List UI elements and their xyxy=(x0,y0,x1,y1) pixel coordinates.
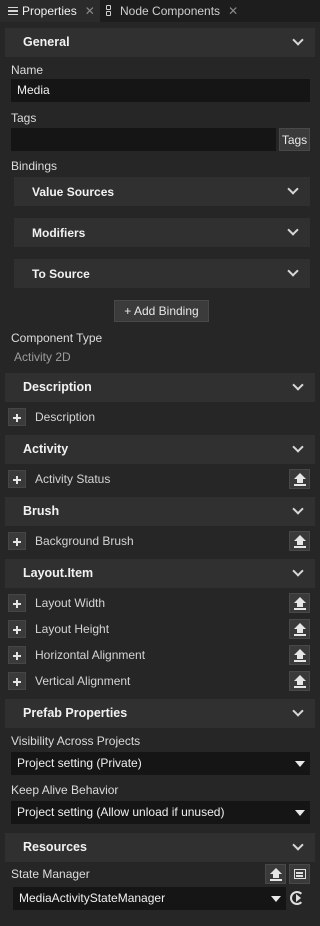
modifiers-section[interactable]: Modifiers xyxy=(14,218,310,247)
state-manager-dropdown[interactable]: MediaActivityStateManager xyxy=(13,887,286,910)
tags-label: Tags xyxy=(11,111,37,125)
dropdown-value: Project setting (Private) xyxy=(17,756,142,770)
section-description[interactable]: Description xyxy=(5,373,315,402)
section-title: Layout.Item xyxy=(23,566,94,580)
keepalive-label: Keep Alive Behavior xyxy=(11,783,119,797)
upload-icon[interactable] xyxy=(289,469,310,489)
to-source-section[interactable]: To Source xyxy=(14,259,310,288)
section-brush[interactable]: Brush xyxy=(5,497,315,526)
tab-node-components[interactable]: Node Components ✕ xyxy=(102,0,246,22)
tab-label: Node Components xyxy=(120,4,221,18)
dropdown-value: MediaActivityStateManager xyxy=(19,891,166,905)
property-row: Vertical Alignment xyxy=(5,669,315,693)
value-sources-section[interactable]: Value Sources xyxy=(14,177,310,206)
upload-icon[interactable] xyxy=(289,671,310,691)
property-label: Layout Width xyxy=(35,596,106,610)
add-icon[interactable] xyxy=(8,532,26,550)
property-row: Horizontal Alignment xyxy=(5,643,315,667)
tab-bar: Properties ✕ Node Components ✕ xyxy=(0,0,320,22)
resource-browse-icon[interactable] xyxy=(289,864,310,884)
section-title: Value Sources xyxy=(32,185,115,199)
section-title: Activity xyxy=(23,442,69,456)
chevron-down-icon[interactable] xyxy=(293,506,303,516)
tab-label: Properties xyxy=(22,4,77,18)
name-field[interactable]: Media xyxy=(11,79,310,102)
state-manager-label: State Manager xyxy=(11,867,90,881)
property-label: Activity Status xyxy=(35,472,111,486)
list-icon xyxy=(8,6,18,16)
property-label: Vertical Alignment xyxy=(35,674,131,688)
property-label: Horizontal Alignment xyxy=(35,648,146,662)
section-title: Brush xyxy=(23,504,60,518)
property-row: Background Brush xyxy=(5,529,315,553)
visibility-dropdown[interactable]: Project setting (Private) xyxy=(11,752,310,775)
upload-icon[interactable] xyxy=(289,593,310,613)
chevron-down-icon[interactable] xyxy=(288,227,298,237)
property-row: Description xyxy=(5,405,315,429)
upload-icon[interactable] xyxy=(289,645,310,665)
chevron-down-icon[interactable] xyxy=(293,382,303,392)
section-prefab-properties[interactable]: Prefab Properties xyxy=(5,699,315,728)
tab-properties[interactable]: Properties ✕ xyxy=(0,0,100,22)
add-icon[interactable] xyxy=(8,408,26,426)
property-row: Activity Status xyxy=(5,467,315,491)
dropdown-arrow-icon[interactable] xyxy=(271,896,281,902)
upload-icon[interactable] xyxy=(289,531,310,551)
chevron-down-icon[interactable] xyxy=(293,842,303,852)
dropdown-arrow-icon[interactable] xyxy=(295,810,305,816)
visibility-label: Visibility Across Projects xyxy=(11,734,141,748)
bindings-label: Bindings xyxy=(11,159,58,173)
add-icon[interactable] xyxy=(8,594,26,612)
component-type-label: Component Type xyxy=(11,331,103,345)
component-type-value: Activity 2D xyxy=(14,350,71,364)
section-general[interactable]: General xyxy=(5,28,315,57)
dropdown-value: Project setting (Allow unload if unused) xyxy=(17,805,225,819)
chevron-down-icon[interactable] xyxy=(293,568,303,578)
add-icon[interactable] xyxy=(8,470,26,488)
section-title: General xyxy=(23,35,70,49)
add-icon[interactable] xyxy=(8,646,26,664)
tags-field[interactable] xyxy=(11,128,276,151)
property-row: Layout Width xyxy=(5,591,315,615)
name-label: Name xyxy=(11,63,44,77)
go-to-icon[interactable] xyxy=(290,891,304,905)
property-label: Description xyxy=(35,410,96,424)
chevron-down-icon[interactable] xyxy=(293,37,303,47)
section-title: Resources xyxy=(23,840,87,854)
property-row: Layout Height xyxy=(5,617,315,641)
section-title: Prefab Properties xyxy=(23,706,128,720)
upload-icon[interactable] xyxy=(265,864,286,884)
chevron-down-icon[interactable] xyxy=(288,186,298,196)
add-icon[interactable] xyxy=(8,672,26,690)
property-label: Layout Height xyxy=(35,622,110,636)
section-title: Modifiers xyxy=(32,226,86,240)
close-icon[interactable]: ✕ xyxy=(228,4,238,18)
section-activity[interactable]: Activity xyxy=(5,435,315,464)
section-resources[interactable]: Resources xyxy=(5,833,315,862)
close-icon[interactable]: ✕ xyxy=(85,4,95,18)
add-binding-button[interactable]: + Add Binding xyxy=(114,300,209,322)
keepalive-dropdown[interactable]: Project setting (Allow unload if unused) xyxy=(11,801,310,824)
chevron-down-icon[interactable] xyxy=(288,268,298,278)
section-title: Description xyxy=(23,380,92,394)
dropdown-arrow-icon[interactable] xyxy=(295,761,305,767)
section-title: To Source xyxy=(32,267,90,281)
upload-icon[interactable] xyxy=(289,619,310,639)
chevron-down-icon[interactable] xyxy=(293,444,303,454)
chevron-down-icon[interactable] xyxy=(293,708,303,718)
nodes-icon xyxy=(106,5,116,17)
section-layout-item[interactable]: Layout.Item xyxy=(5,559,315,588)
property-label: Background Brush xyxy=(35,534,134,548)
tags-button[interactable]: Tags xyxy=(279,128,310,151)
add-icon[interactable] xyxy=(8,620,26,638)
